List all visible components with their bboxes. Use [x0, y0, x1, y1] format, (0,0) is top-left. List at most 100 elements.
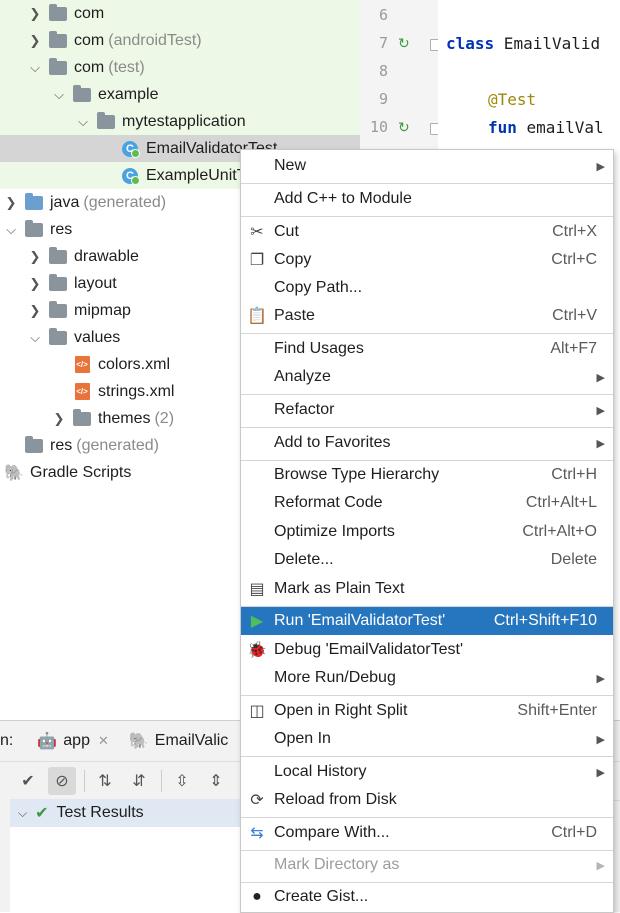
- chevron-right-icon[interactable]: ❯: [28, 33, 42, 49]
- package-folder-icon: [48, 30, 68, 49]
- tree-item-example[interactable]: ⌵ example: [0, 81, 360, 108]
- chevron-down-icon[interactable]: ⌵: [52, 87, 66, 103]
- copy-icon: ❐: [249, 252, 265, 269]
- menu-item-shortcut: Alt+F7: [550, 340, 597, 357]
- menu-item-reformat-code[interactable]: Reformat Code Ctrl+Alt+L: [241, 489, 613, 517]
- menu-item-label: Refactor: [274, 401, 335, 418]
- chevron-right-icon[interactable]: ❯: [4, 195, 18, 211]
- menu-item-label: Delete...: [274, 551, 334, 568]
- menu-item-shortcut: Ctrl+X: [552, 223, 597, 240]
- tree-item-com[interactable]: ❯ com: [0, 0, 360, 27]
- package-folder-icon: [48, 3, 68, 22]
- menu-item-open-in-right-split[interactable]: ◫ Open in Right Split Shift+Enter: [241, 697, 613, 725]
- resource-folder-icon: [24, 219, 44, 238]
- menu-item-debug-test[interactable]: 🐞 Debug 'EmailValidatorTest': [241, 636, 613, 664]
- show-ignored-icon[interactable]: ⊘: [48, 767, 76, 795]
- tree-item-suffix: (test): [108, 58, 145, 76]
- chevron-right-icon[interactable]: ❯: [28, 249, 42, 265]
- menu-item-more-run-debug[interactable]: More Run/Debug ▶: [241, 664, 613, 692]
- tree-item-com-test[interactable]: ⌵ com (test): [0, 54, 360, 81]
- run-gutter-icon[interactable]: ↻: [398, 119, 414, 135]
- code-line: @Test: [488, 90, 536, 109]
- menu-item-analyze[interactable]: Analyze ▶: [241, 363, 613, 391]
- kotlin-test-class-icon: C: [120, 167, 140, 185]
- chevron-down-icon[interactable]: ⌵: [28, 60, 42, 76]
- tree-item-label: Gradle Scripts: [30, 463, 132, 481]
- menu-item-label: Mark as Plain Text: [274, 580, 405, 597]
- menu-item-find-usages[interactable]: Find Usages Alt+F7: [241, 335, 613, 363]
- expand-all-icon[interactable]: ⇳: [168, 767, 196, 795]
- submenu-arrow-icon: ▶: [596, 437, 605, 450]
- menu-item-reload-from-disk[interactable]: ⟳ Reload from Disk: [241, 786, 613, 814]
- chevron-down-icon[interactable]: ⌵: [4, 222, 18, 238]
- toolbar-separator: [161, 770, 162, 792]
- menu-item-browse-type-hierarchy[interactable]: Browse Type Hierarchy Ctrl+H: [241, 461, 613, 489]
- chevron-right-icon[interactable]: ❯: [28, 6, 42, 22]
- menu-item-run-test[interactable]: ▶ Run 'EmailValidatorTest' Ctrl+Shift+F1…: [241, 607, 613, 635]
- tree-item-suffix: (generated): [83, 193, 167, 211]
- side-strip: [0, 799, 10, 912]
- menu-item-optimize-imports[interactable]: Optimize Imports Ctrl+Alt+O: [241, 518, 613, 546]
- package-folder-icon: [96, 111, 116, 130]
- chevron-right-icon[interactable]: ❯: [28, 303, 42, 319]
- menu-item-mark-as-plain-text[interactable]: ▤ Mark as Plain Text: [241, 575, 613, 603]
- menu-item-create-gist[interactable]: ● Create Gist...: [241, 883, 613, 911]
- run-gutter-icon[interactable]: ↻: [398, 35, 414, 51]
- menu-item-label: Optimize Imports: [274, 523, 395, 540]
- test-results-label: Test Results: [56, 804, 144, 821]
- run-tab-label: EmailValic: [154, 732, 229, 749]
- menu-item-add-cpp[interactable]: Add C++ to Module: [241, 185, 613, 213]
- run-tab-emailvalidator[interactable]: 🐘 EmailValic: [129, 731, 228, 751]
- menu-item-copy[interactable]: ❐ Copy Ctrl+C: [241, 246, 613, 274]
- check-icon: ✔: [35, 805, 49, 822]
- submenu-arrow-icon: ▶: [596, 766, 605, 779]
- tree-item-mytestapplication[interactable]: ⌵ mytestapplication: [0, 108, 360, 135]
- tree-item-label: com: [74, 31, 105, 49]
- menu-item-refactor[interactable]: Refactor ▶: [241, 396, 613, 424]
- chevron-right-icon[interactable]: ❯: [28, 276, 42, 292]
- sort-alpha-icon[interactable]: ⇅: [91, 767, 119, 795]
- menu-item-label: Open in Right Split: [274, 702, 408, 719]
- menu-item-local-history[interactable]: Local History ▶: [241, 758, 613, 786]
- menu-item-mark-directory-as[interactable]: Mark Directory as ▶: [241, 851, 613, 879]
- java-folder-icon: [24, 192, 44, 211]
- chevron-right-icon[interactable]: ❯: [52, 411, 66, 427]
- menu-item-compare-with[interactable]: ⇆ Compare With... Ctrl+D: [241, 819, 613, 847]
- sort-duration-icon[interactable]: ⇵: [125, 767, 153, 795]
- menu-item-paste[interactable]: 📋 Paste Ctrl+V: [241, 302, 613, 330]
- code-text: EmailValid: [494, 34, 601, 53]
- tree-item-com-androidtest[interactable]: ❯ com (androidTest): [0, 27, 360, 54]
- close-icon[interactable]: ✕: [98, 733, 109, 749]
- tree-item-label: layout: [74, 274, 117, 292]
- code-text: emailVal: [516, 118, 604, 137]
- line-number: 7: [378, 34, 388, 52]
- menu-item-new[interactable]: New ▶: [241, 152, 613, 180]
- menu-item-label: Open In: [274, 730, 331, 747]
- menu-separator: [241, 333, 613, 334]
- submenu-arrow-icon: ▶: [596, 733, 605, 746]
- tree-item-label: mytestapplication: [122, 112, 246, 130]
- tree-item-suffix: (2): [154, 409, 175, 427]
- folder-icon: [72, 408, 92, 427]
- run-tab-app[interactable]: 🤖 app ✕: [37, 731, 109, 751]
- collapse-all-icon[interactable]: ⇕: [202, 767, 230, 795]
- test-results-node[interactable]: ⌵ ✔ Test Results: [10, 799, 250, 827]
- chevron-down-icon[interactable]: ⌵: [76, 114, 90, 130]
- test-results-tree: [10, 827, 250, 912]
- chevron-down-icon[interactable]: ⌵: [28, 330, 42, 346]
- menu-separator: [241, 183, 613, 184]
- menu-item-label: Compare With...: [274, 824, 390, 841]
- show-passed-icon[interactable]: ✔: [14, 767, 42, 795]
- menu-item-delete[interactable]: Delete... Delete: [241, 546, 613, 574]
- menu-separator: [241, 394, 613, 395]
- menu-separator: [241, 427, 613, 428]
- menu-item-add-to-favorites[interactable]: Add to Favorites ▶: [241, 429, 613, 457]
- folder-icon: [48, 300, 68, 319]
- menu-item-copy-path[interactable]: Copy Path...: [241, 274, 613, 302]
- chevron-down-icon[interactable]: ⌵: [18, 806, 27, 821]
- menu-item-label: Cut: [274, 223, 299, 240]
- plain-text-icon: ▤: [249, 581, 265, 598]
- menu-item-open-in[interactable]: Open In ▶: [241, 725, 613, 753]
- package-folder-icon: [72, 84, 92, 103]
- menu-item-cut[interactable]: ✂ Cut Ctrl+X: [241, 218, 613, 246]
